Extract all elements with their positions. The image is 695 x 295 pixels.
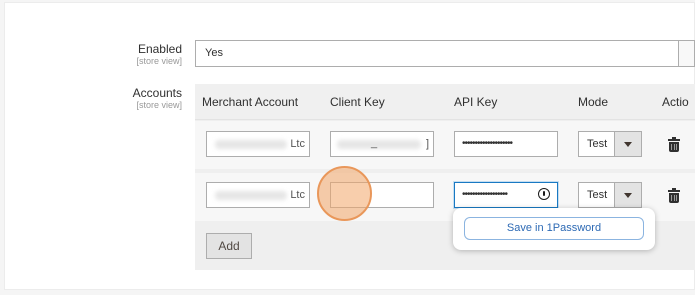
trash-icon[interactable]: [668, 188, 680, 203]
col-api-key: API Key: [454, 95, 498, 109]
chevron-down-icon: [624, 142, 632, 147]
blurred-text: [215, 140, 287, 149]
mode-select-2[interactable]: Test: [578, 182, 642, 208]
merchant-account-input-1[interactable]: Ltc: [206, 131, 310, 157]
merchant-account-input-2[interactable]: Ltc: [206, 182, 310, 208]
mode-select-1[interactable]: Test: [578, 131, 642, 157]
click-highlight: [317, 166, 372, 221]
1password-icon[interactable]: [538, 188, 550, 200]
client-key-end: ]: [425, 138, 429, 150]
save-in-1password-button[interactable]: Save in 1Password: [464, 217, 644, 240]
enabled-label: Enabled: [137, 42, 182, 56]
mode-value: Test: [587, 138, 608, 150]
accounts-label: Accounts: [132, 86, 182, 100]
merchant-account-value: Ltc: [290, 189, 305, 201]
mode-value: Test: [587, 189, 608, 201]
password-manager-popup: Save in 1Password: [453, 208, 655, 250]
col-mode: Mode: [578, 95, 609, 109]
enabled-scope: [store view]: [136, 56, 182, 66]
trash-icon[interactable]: [668, 137, 680, 152]
col-merchant-account: Merchant Account: [202, 95, 299, 109]
api-key-value: ••••••••••••••••••••: [462, 138, 513, 149]
enabled-label-group: Enabled [store view]: [136, 42, 182, 66]
mode-dropdown-button[interactable]: [614, 183, 641, 207]
add-account-button[interactable]: Add: [206, 233, 252, 259]
col-client-key: Client Key: [330, 95, 385, 109]
client-key-input-1[interactable]: _ ]: [330, 131, 434, 157]
enabled-select[interactable]: Yes: [195, 40, 695, 67]
blurred-text: [215, 191, 287, 200]
accounts-label-group: Accounts [store view]: [133, 86, 182, 110]
client-key-partial: _: [371, 137, 378, 149]
api-key-input-1[interactable]: ••••••••••••••••••••: [454, 131, 558, 157]
enabled-select-arrow[interactable]: [678, 41, 694, 66]
grid-header: Merchant Account Client Key API Key Mode…: [195, 84, 695, 120]
col-action: Actio: [662, 95, 689, 109]
mode-dropdown-button[interactable]: [614, 132, 641, 156]
enabled-value: Yes: [205, 47, 223, 59]
api-key-value: ••••••••••••••••••: [462, 189, 508, 200]
merchant-account-value: Ltc: [290, 138, 305, 150]
chevron-down-icon: [624, 193, 632, 198]
blurred-text: [337, 140, 421, 149]
accounts-scope: [store view]: [136, 100, 182, 110]
